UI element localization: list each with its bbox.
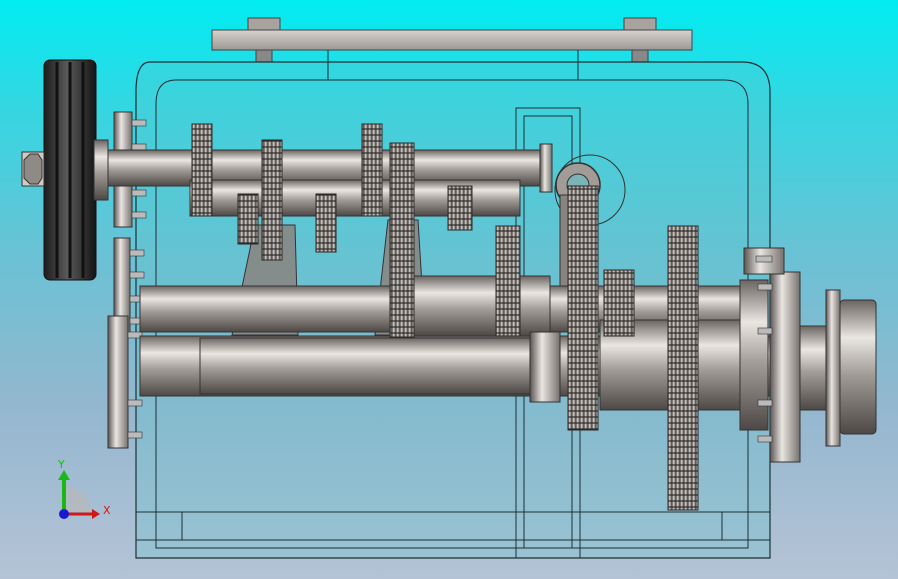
right-output-flange[interactable]: [739, 247, 877, 463]
z-axis-dot: [59, 509, 69, 519]
top-cover-plate[interactable]: [211, 17, 693, 63]
v-belt-pulley[interactable]: [21, 59, 109, 281]
gearbox-assembly-model[interactable]: [0, 0, 898, 579]
triad-x-label: X: [103, 504, 111, 517]
3d-graphics-viewport[interactable]: Y X: [0, 0, 898, 579]
triad-y-label: Y: [58, 458, 65, 471]
